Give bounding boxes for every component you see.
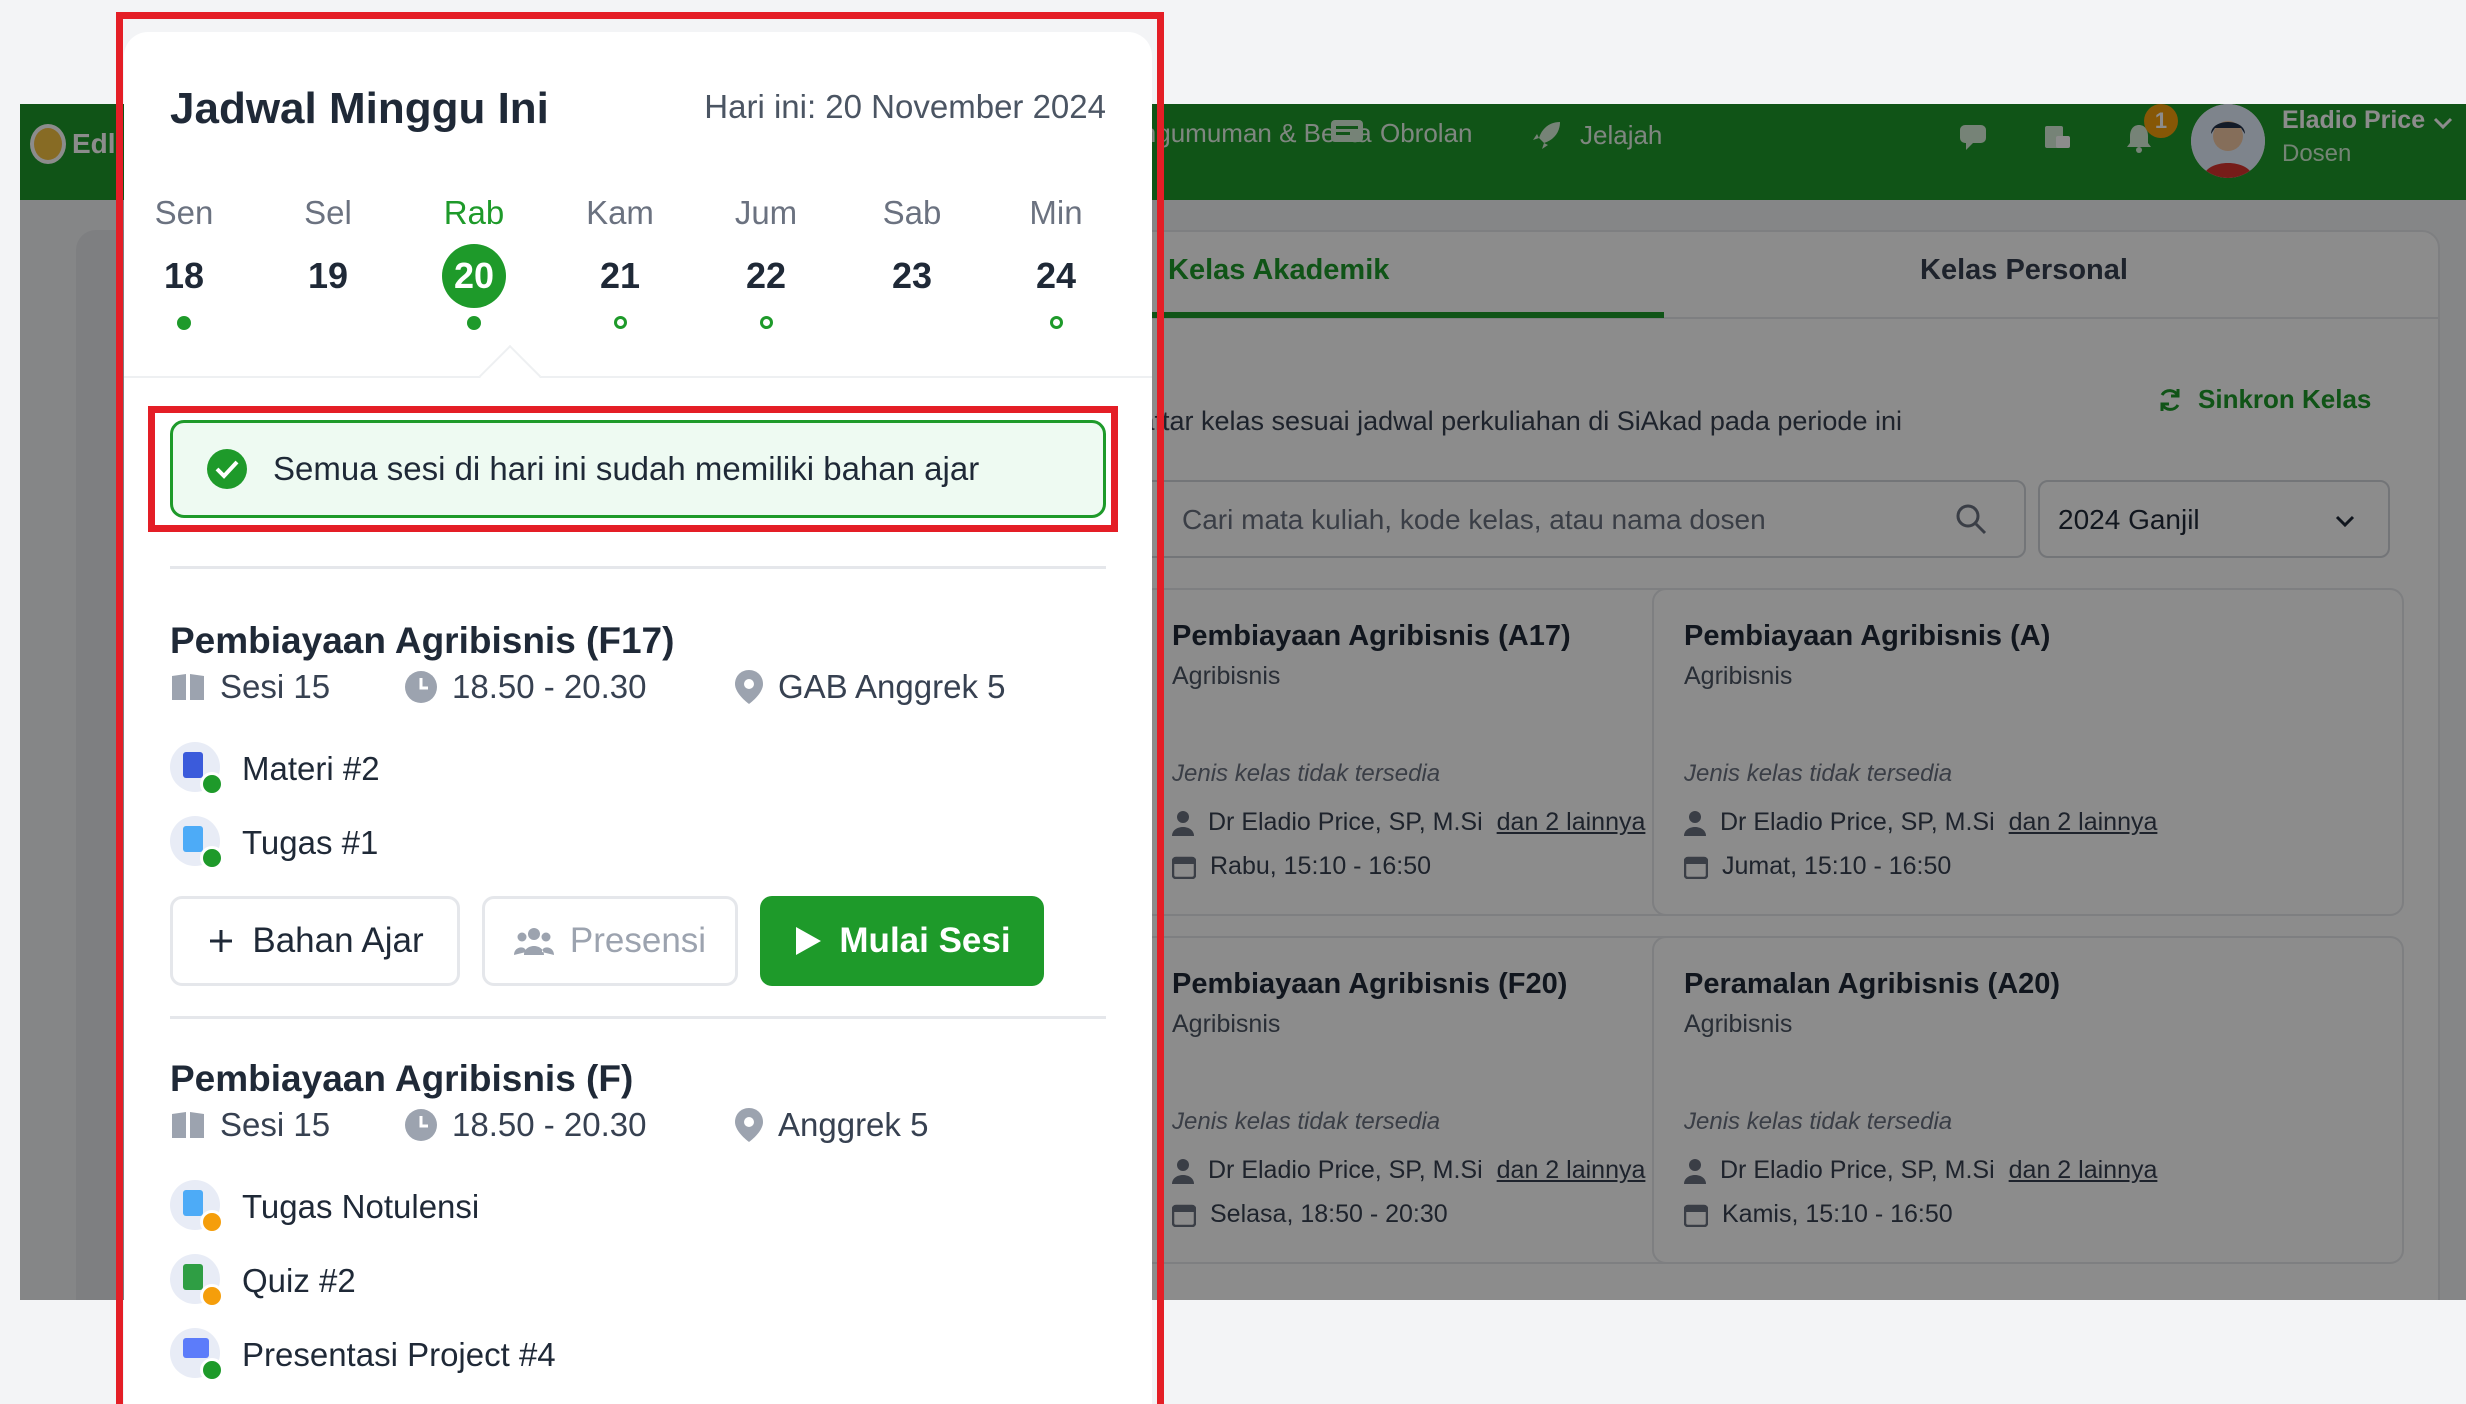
highlight-frame-popup	[116, 12, 1164, 1404]
highlight-frame-alert	[148, 406, 1118, 532]
